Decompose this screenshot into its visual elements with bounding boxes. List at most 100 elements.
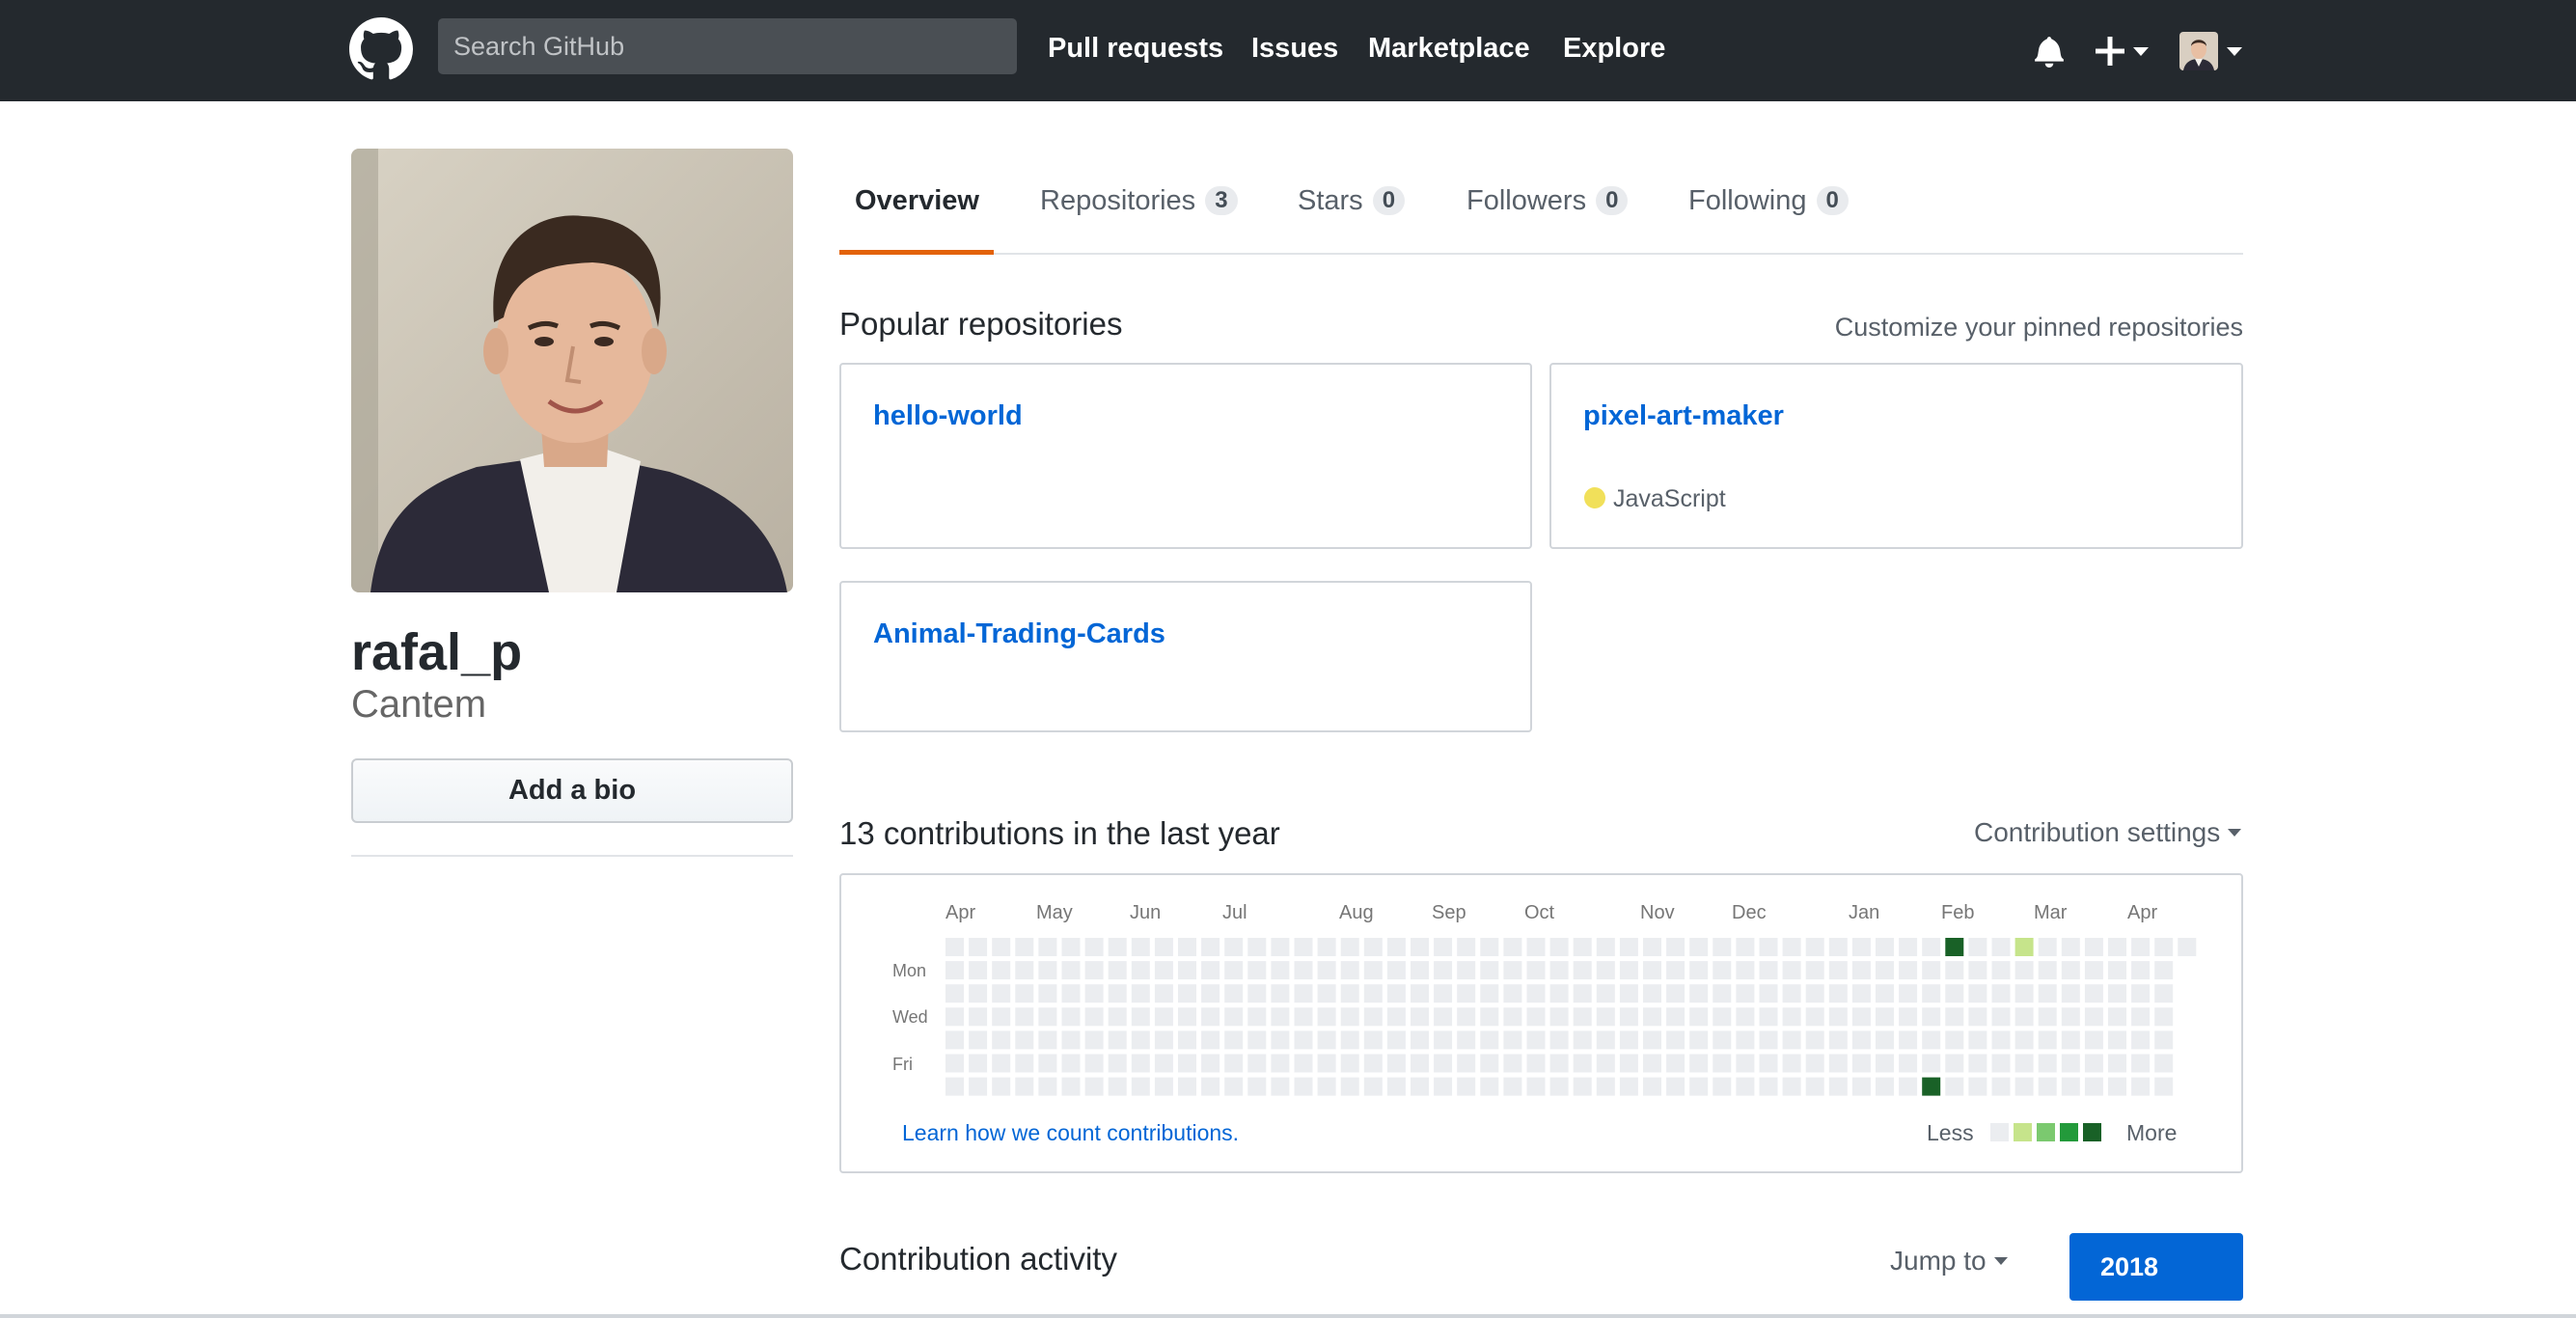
contribution-day-cell[interactable] <box>1386 1007 1406 1027</box>
contribution-day-cell[interactable] <box>1386 1077 1406 1096</box>
contribution-day-cell[interactable] <box>1876 1077 1894 1096</box>
contribution-day-cell[interactable] <box>1224 1030 1244 1050</box>
contribution-day-cell[interactable] <box>1689 984 1709 1003</box>
contribution-day-cell[interactable] <box>1411 1077 1429 1096</box>
contribution-day-cell[interactable] <box>992 1054 1011 1073</box>
contribution-day-cell[interactable] <box>1968 984 1987 1003</box>
contribution-day-cell[interactable] <box>1178 1030 1196 1050</box>
contribution-day-cell[interactable] <box>1805 1054 1824 1073</box>
contribution-day-cell[interactable] <box>1526 1007 1546 1027</box>
contribution-day-cell[interactable] <box>1294 1030 1313 1050</box>
contribution-day-cell[interactable] <box>1201 1054 1220 1073</box>
contribution-day-cell[interactable] <box>1015 1007 1034 1027</box>
contribution-day-cell[interactable] <box>2038 1077 2057 1096</box>
contribution-day-cell[interactable] <box>1178 984 1196 1003</box>
contribution-day-cell[interactable] <box>1713 938 1732 956</box>
contribution-day-cell[interactable] <box>1294 938 1313 956</box>
contribution-day-cell[interactable] <box>1434 984 1453 1003</box>
contribution-day-cell[interactable] <box>945 1007 964 1027</box>
contribution-day-cell[interactable] <box>1015 938 1034 956</box>
contribution-day-cell[interactable] <box>2178 938 2197 956</box>
contribution-day-cell[interactable] <box>1968 1077 1987 1096</box>
contribution-day-cell[interactable] <box>969 1030 988 1050</box>
contribution-day-cell[interactable] <box>2084 938 2103 956</box>
contribution-day-cell[interactable] <box>1363 984 1383 1003</box>
contribution-day-cell[interactable] <box>2108 961 2126 980</box>
contribution-day-cell[interactable] <box>1805 961 1824 980</box>
contribution-day-cell[interactable] <box>1154 1054 1173 1073</box>
contribution-day-cell[interactable] <box>945 1077 964 1096</box>
contribution-day-cell[interactable] <box>1434 1077 1453 1096</box>
contribution-day-cell[interactable] <box>1713 1007 1732 1027</box>
contribution-day-cell[interactable] <box>1643 1030 1661 1050</box>
contribution-day-cell[interactable] <box>1271 1030 1290 1050</box>
contribution-day-cell[interactable] <box>1899 1007 1918 1027</box>
contribution-day-cell[interactable] <box>1991 1030 2011 1050</box>
contribution-day-cell[interactable] <box>2084 1054 2103 1073</box>
contribution-day-cell[interactable] <box>1131 984 1150 1003</box>
contribution-day-cell[interactable] <box>1596 984 1615 1003</box>
contribution-day-cell[interactable] <box>1713 1054 1732 1073</box>
contribution-day-cell[interactable] <box>1386 938 1406 956</box>
contribution-day-cell[interactable] <box>1201 1007 1220 1027</box>
contribution-day-cell[interactable] <box>1411 961 1429 980</box>
contribution-day-cell[interactable] <box>1340 938 1359 956</box>
contribution-day-cell[interactable] <box>992 938 1011 956</box>
contribution-day-cell[interactable] <box>1178 1077 1196 1096</box>
contribution-day-cell[interactable] <box>1084 1054 1104 1073</box>
contribution-day-cell[interactable] <box>2038 984 2057 1003</box>
contribution-day-cell[interactable] <box>2131 984 2151 1003</box>
contribution-day-cell[interactable] <box>1805 984 1824 1003</box>
contribution-day-cell[interactable] <box>2131 1007 2151 1027</box>
contribution-day-cell[interactable] <box>1363 1054 1383 1073</box>
contribution-day-cell[interactable] <box>1526 1054 1546 1073</box>
contribution-day-cell[interactable] <box>1759 984 1778 1003</box>
contribution-day-cell[interactable] <box>1084 1077 1104 1096</box>
contribution-day-cell[interactable] <box>1061 961 1081 980</box>
contribution-day-cell[interactable] <box>992 1007 1011 1027</box>
contribution-day-cell[interactable] <box>2154 961 2174 980</box>
contribution-day-cell[interactable] <box>1549 1030 1569 1050</box>
contribution-day-cell[interactable] <box>1851 1007 1871 1027</box>
contribution-day-cell[interactable] <box>1457 961 1476 980</box>
contribution-day-cell[interactable] <box>1271 984 1290 1003</box>
contribution-day-cell[interactable] <box>1759 1030 1778 1050</box>
contribution-day-cell[interactable] <box>1782 984 1801 1003</box>
contribution-day-cell[interactable] <box>2014 984 2034 1003</box>
contribution-day-cell[interactable] <box>992 1077 1011 1096</box>
contribution-day-cell[interactable] <box>1851 984 1871 1003</box>
contribution-day-cell[interactable] <box>945 938 964 956</box>
contribution-day-cell[interactable] <box>1108 961 1127 980</box>
contribution-day-cell[interactable] <box>1736 961 1755 980</box>
contribution-day-cell[interactable] <box>1876 1030 1894 1050</box>
contribution-day-cell[interactable] <box>1805 938 1824 956</box>
contribution-day-cell[interactable] <box>1991 1054 2011 1073</box>
contribution-day-cell[interactable] <box>1503 938 1522 956</box>
contribution-day-cell[interactable] <box>1038 961 1057 980</box>
contribution-day-cell[interactable] <box>1619 938 1638 956</box>
contribution-day-cell[interactable] <box>1131 1030 1150 1050</box>
contribution-day-cell[interactable] <box>1876 961 1894 980</box>
contribution-day-cell[interactable] <box>2108 1054 2126 1073</box>
contribution-day-cell[interactable] <box>1828 1077 1848 1096</box>
contribution-day-cell[interactable] <box>1340 961 1359 980</box>
contribution-day-cell[interactable] <box>1061 938 1081 956</box>
contribution-day-cell[interactable] <box>1434 1007 1453 1027</box>
contribution-day-cell[interactable] <box>1945 1054 1964 1073</box>
contribution-day-cell[interactable] <box>1899 1054 1918 1073</box>
contribution-day-cell[interactable] <box>1363 938 1383 956</box>
contribution-day-cell[interactable] <box>969 1054 988 1073</box>
contribution-day-cell[interactable] <box>1131 1077 1150 1096</box>
contribution-day-cell[interactable] <box>2014 938 2034 956</box>
contribution-day-cell[interactable] <box>1271 1077 1290 1096</box>
contribution-day-cell[interactable] <box>945 984 964 1003</box>
contribution-day-cell[interactable] <box>1061 984 1081 1003</box>
contribution-day-cell[interactable] <box>1108 1054 1127 1073</box>
contribution-day-cell[interactable] <box>1131 961 1150 980</box>
contribution-day-cell[interactable] <box>1247 1077 1267 1096</box>
contribution-day-cell[interactable] <box>1201 984 1220 1003</box>
contribution-day-cell[interactable] <box>1038 1077 1057 1096</box>
contribution-day-cell[interactable] <box>1805 1007 1824 1027</box>
contribution-day-cell[interactable] <box>2014 961 2034 980</box>
contribution-day-cell[interactable] <box>1549 938 1569 956</box>
